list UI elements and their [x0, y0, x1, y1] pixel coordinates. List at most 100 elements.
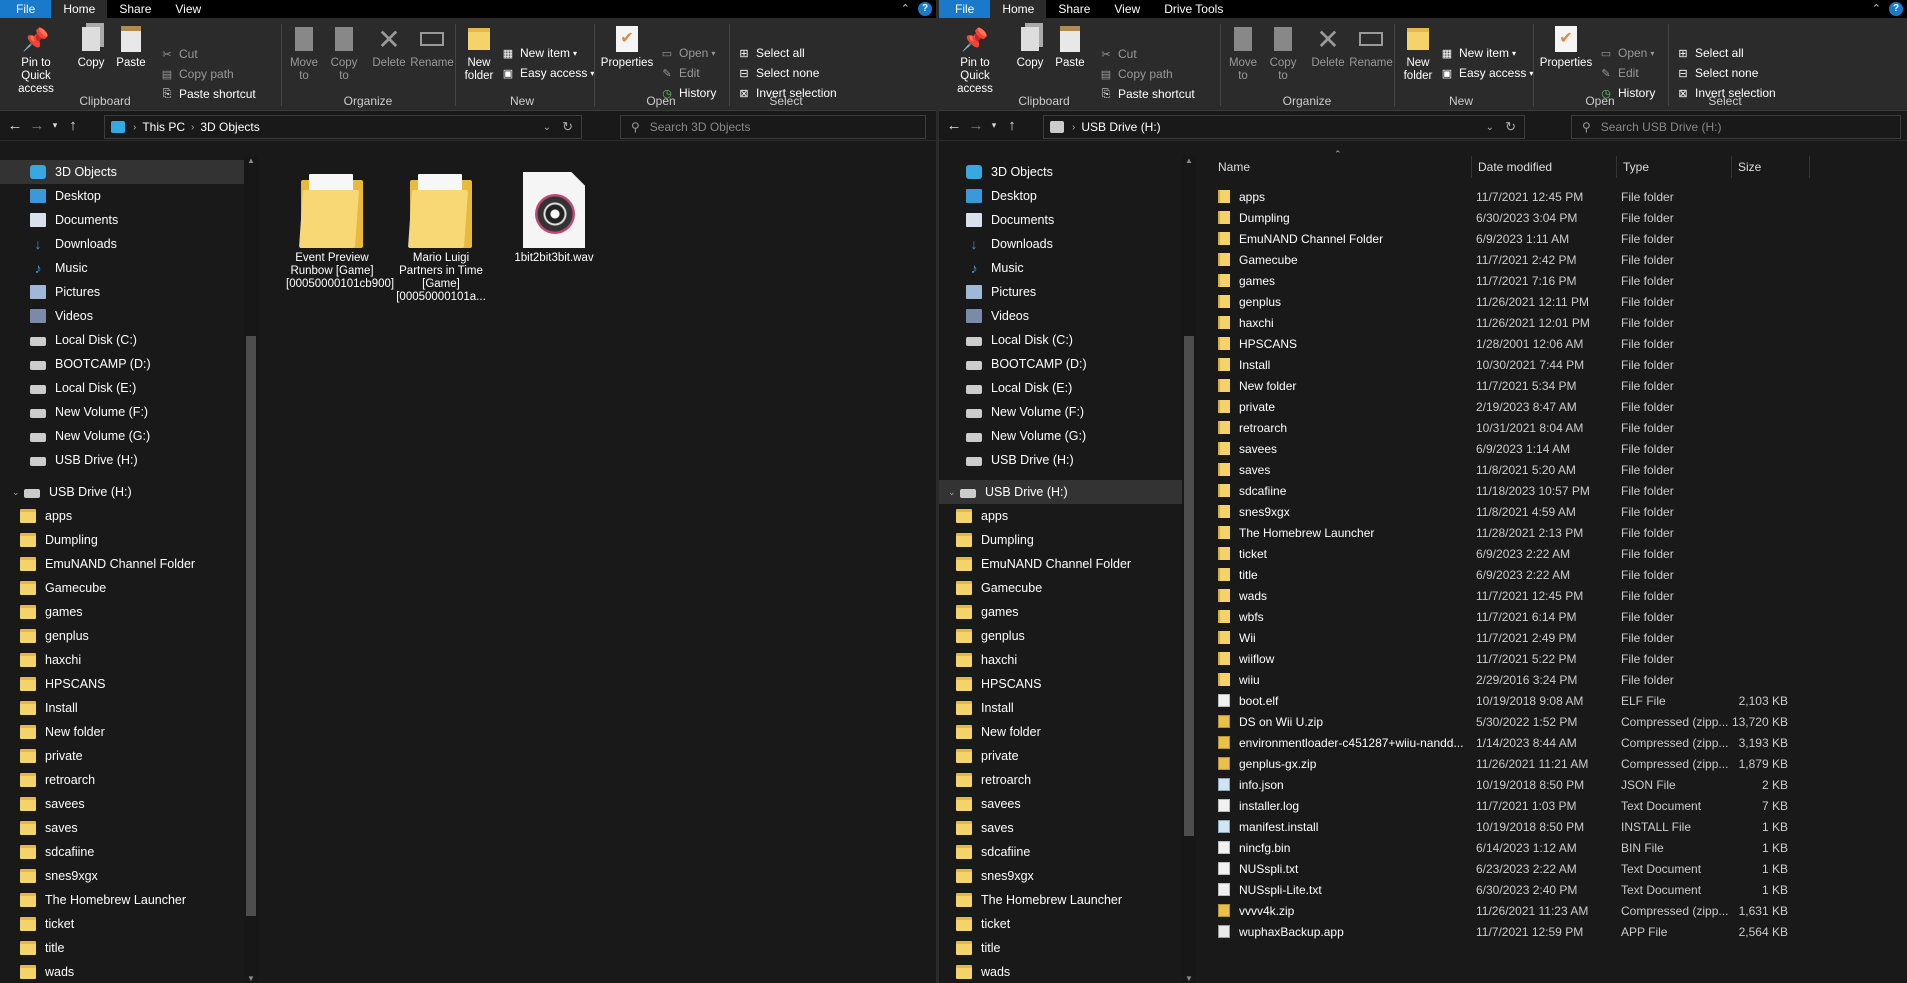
table-row[interactable]: savees 6/9/2023 1:14 AM File folder — [1214, 438, 1790, 459]
table-row[interactable]: haxchi 11/26/2021 12:01 PM File folder — [1214, 312, 1790, 333]
table-row[interactable]: wiiflow 11/7/2021 5:22 PM File folder — [1214, 648, 1790, 669]
nav-item-music[interactable]: ♪ Music — [0, 256, 244, 280]
table-row[interactable]: retroarch 10/31/2021 8:04 AM File folder — [1214, 417, 1790, 438]
nav-item-apps[interactable]: apps — [0, 504, 244, 528]
forward-arrow-icon[interactable]: → — [26, 117, 48, 134]
new-item-button[interactable]: ▦ New item ▾ — [1440, 44, 1516, 62]
open-button[interactable]: ▭ Open ▾ — [1599, 44, 1655, 62]
nav-item-ticket[interactable]: ticket — [939, 912, 1182, 936]
nav-item-title[interactable]: title — [0, 936, 244, 960]
cut-button[interactable]: ✂ Cut — [160, 45, 197, 63]
table-row[interactable]: ticket 6/9/2023 2:22 AM File folder — [1214, 543, 1790, 564]
nav-item-hpscans[interactable]: HPSCANS — [939, 672, 1182, 696]
edit-button[interactable]: ✎ Edit — [1599, 64, 1638, 82]
file-tile[interactable]: Event Preview Runbow [Game] [00050000101… — [286, 164, 394, 291]
back-arrow-icon[interactable]: ← — [943, 117, 965, 134]
edit-button[interactable]: ✎ Edit — [660, 64, 699, 82]
scroll-down-icon[interactable]: ▼ — [247, 974, 255, 983]
table-row[interactable]: snes9xgx 11/8/2021 4:59 AM File folder — [1214, 501, 1790, 522]
table-row[interactable]: NUSspli-Lite.txt 6/30/2023 2:40 PM Text … — [1214, 879, 1790, 900]
scroll-up-icon[interactable]: ▲ — [1185, 156, 1193, 165]
table-row[interactable]: EmuNAND Channel Folder 6/9/2023 1:11 AM … — [1214, 228, 1790, 249]
nav-item-music[interactable]: ♪ Music — [939, 256, 1182, 280]
paste-button[interactable]: Paste — [1053, 24, 1087, 70]
easy-access-button[interactable]: ▣ Easy access ▾ — [501, 64, 595, 82]
chevron-up-icon[interactable]: ⌃ — [901, 0, 910, 18]
nav-item-usb-drive-h[interactable]: USB Drive (H:) — [0, 448, 244, 472]
breadcrumb-item[interactable]: This PC — [142, 120, 185, 134]
rename-button[interactable]: Rename — [1348, 24, 1394, 70]
navigation-scrollbar[interactable]: ▲ ▼ — [244, 156, 258, 983]
table-row[interactable]: New folder 11/7/2021 5:34 PM File folder — [1214, 375, 1790, 396]
table-row[interactable]: installer.log 11/7/2021 1:03 PM Text Doc… — [1214, 795, 1790, 816]
table-row[interactable]: title 6/9/2023 2:22 AM File folder — [1214, 564, 1790, 585]
nav-item-usb-drive-root[interactable]: ⌄ USB Drive (H:) — [939, 480, 1182, 504]
nav-item-ticket[interactable]: ticket — [0, 912, 244, 936]
new-item-button[interactable]: ▦ New item ▾ — [501, 44, 577, 62]
nav-item-hpscans[interactable]: HPSCANS — [0, 672, 244, 696]
nav-item-wads[interactable]: wads — [939, 960, 1182, 983]
open-button[interactable]: ▭ Open ▾ — [660, 44, 716, 62]
tab-file[interactable]: File — [939, 0, 991, 18]
help-icon[interactable]: ? — [1889, 2, 1903, 16]
nav-item-3d-objects[interactable]: 3D Objects — [939, 160, 1182, 184]
forward-arrow-icon[interactable]: → — [965, 117, 987, 134]
nav-item-local-disk-e[interactable]: Local Disk (E:) — [0, 376, 244, 400]
tab-share[interactable]: Share — [1046, 0, 1102, 18]
nav-item-sdcafiine[interactable]: sdcafiine — [939, 840, 1182, 864]
table-row[interactable]: boot.elf 10/19/2018 9:08 AM ELF File 2,1… — [1214, 690, 1790, 711]
nav-item-desktop[interactable]: Desktop — [0, 184, 244, 208]
nav-item-title[interactable]: title — [939, 936, 1182, 960]
table-row[interactable]: environmentloader-c451287+wiiu-nandd... … — [1214, 732, 1790, 753]
select-none-button[interactable]: ⊟ Select none — [737, 64, 819, 82]
refresh-icon[interactable]: ↻ — [562, 119, 573, 135]
tab-home[interactable]: Home — [51, 0, 108, 18]
nav-item-bootcamp-d[interactable]: BOOTCAMP (D:) — [939, 352, 1182, 376]
move-to-button[interactable]: Move to — [287, 24, 321, 83]
copy-button[interactable]: Copy — [74, 24, 108, 70]
nav-item-retroarch[interactable]: retroarch — [0, 768, 244, 792]
nav-item-downloads[interactable]: ↓ Downloads — [0, 232, 244, 256]
delete-button[interactable]: ✕ Delete — [369, 24, 409, 70]
nav-item-local-disk-c[interactable]: Local Disk (C:) — [939, 328, 1182, 352]
nav-item-dumpling[interactable]: Dumpling — [939, 528, 1182, 552]
tab-share[interactable]: Share — [107, 0, 163, 18]
nav-item-the-homebrew-launcher[interactable]: The Homebrew Launcher — [939, 888, 1182, 912]
scroll-down-icon[interactable]: ▼ — [1185, 974, 1193, 983]
properties-button[interactable]: ✔ Properties — [1537, 24, 1595, 70]
refresh-icon[interactable]: ↻ — [1505, 119, 1516, 135]
scrollbar-thumb[interactable] — [246, 336, 256, 916]
copy-to-button[interactable]: Copy to — [327, 24, 361, 83]
select-none-button[interactable]: ⊟ Select none — [1676, 64, 1758, 82]
table-row[interactable]: HPSCANS 1/28/2001 12:06 AM File folder — [1214, 333, 1790, 354]
tab-drive-tools[interactable]: Drive Tools — [1152, 0, 1235, 18]
nav-item-emunand-channel-folder[interactable]: EmuNAND Channel Folder — [939, 552, 1182, 576]
nav-item-install[interactable]: Install — [0, 696, 244, 720]
search-input[interactable]: ⚲ Search 3D Objects — [620, 115, 926, 139]
nav-item-pictures[interactable]: Pictures — [939, 280, 1182, 304]
nav-item-videos[interactable]: Videos — [0, 304, 244, 328]
select-all-button[interactable]: ⊞ Select all — [1676, 44, 1743, 62]
nav-item-wads[interactable]: wads — [0, 960, 244, 983]
nav-item-documents[interactable]: Documents — [939, 208, 1182, 232]
nav-item-snes9xgx[interactable]: snes9xgx — [939, 864, 1182, 888]
table-row[interactable]: nincfg.bin 6/14/2023 1:12 AM BIN File 1 … — [1214, 837, 1790, 858]
nav-item-usb-drive-root[interactable]: ⌄ USB Drive (H:) — [0, 480, 244, 504]
nav-item-saves[interactable]: saves — [939, 816, 1182, 840]
table-row[interactable]: DS on Wii U.zip 5/30/2022 1:52 PM Compre… — [1214, 711, 1790, 732]
table-row[interactable]: private 2/19/2023 8:47 AM File folder — [1214, 396, 1790, 417]
tab-home[interactable]: Home — [990, 0, 1047, 18]
table-row[interactable]: wbfs 11/7/2021 6:14 PM File folder — [1214, 606, 1790, 627]
nav-item-saves[interactable]: saves — [0, 816, 244, 840]
table-row[interactable]: The Homebrew Launcher 11/28/2021 2:13 PM… — [1214, 522, 1790, 543]
nav-item-new-folder[interactable]: New folder — [0, 720, 244, 744]
table-row[interactable]: wuphaxBackup.app 11/7/2021 12:59 PM APP … — [1214, 921, 1790, 942]
nav-item-new-volume-f[interactable]: New Volume (F:) — [0, 400, 244, 424]
navigation-scrollbar[interactable]: ▲ ▼ — [1182, 156, 1196, 983]
nav-item-savees[interactable]: savees — [0, 792, 244, 816]
cut-button[interactable]: ✂ Cut — [1099, 45, 1136, 63]
scrollbar-thumb[interactable] — [1184, 336, 1194, 836]
nav-item-retroarch[interactable]: retroarch — [939, 768, 1182, 792]
up-arrow-icon[interactable]: ↑ — [62, 117, 84, 134]
nav-item-private[interactable]: private — [939, 744, 1182, 768]
